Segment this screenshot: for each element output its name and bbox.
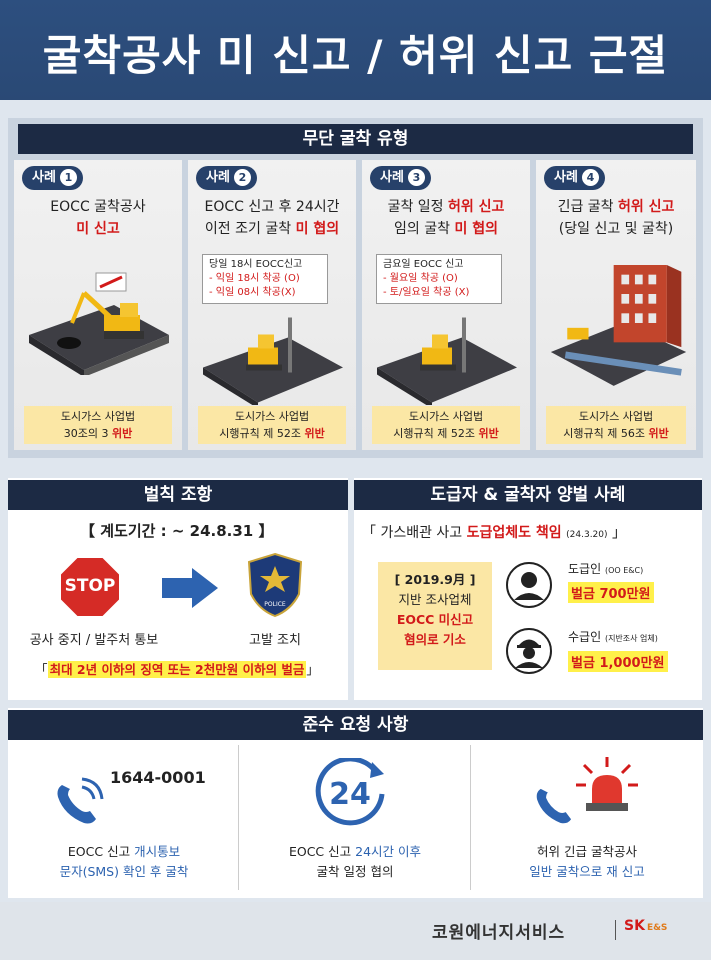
case-2-law: 도시가스 사업법 시행규칙 제 52조 위반 — [198, 406, 346, 444]
company-name: 코원에너지서비스 — [432, 923, 566, 943]
phone-number: 1644-0001 — [110, 768, 206, 787]
types-section-title: 무단 굴착 유형 — [18, 124, 693, 154]
case-1-law: 도시가스 사업법 30조의 3 위반 — [24, 406, 172, 444]
contractor-headline: 「 가스배관 사고 도급업체도 책임 (24.3.20) 」 — [362, 525, 626, 541]
drill-rig-illustration — [377, 317, 517, 405]
page-title: 굴착공사 미 신고 / 허위 신고 근절 — [42, 31, 669, 80]
building-illustration — [550, 265, 687, 386]
stop-label: 공사 중지 / 발주처 통보 — [29, 633, 159, 648]
compliance-divider-1 — [238, 745, 239, 890]
subcontractor-fine: 벌금 1,000만원 — [568, 651, 668, 672]
drill-rig-illustration — [203, 317, 343, 405]
case-card-2: 사례 2 EOCC 신고 후 24시간 이전 조기 굴착 미 협의 당일 18시 … — [188, 160, 356, 450]
contractor-fine: 벌금 700만원 — [568, 582, 654, 603]
footer-bar — [0, 902, 711, 960]
poster: 굴착공사 미 신고 / 허위 신고 근절 무단 굴착 유형 사례 1 EOCC 굴… — [0, 0, 711, 960]
compliance-item-1: EOCC 신고 개시통보 문자(SMS) 확인 후 굴착 — [59, 844, 189, 879]
case-badge-3: 사례 3 — [370, 166, 431, 190]
contractor-section-title: 도급자 & 굴착자 양벌 사례 — [354, 480, 702, 510]
compliance-item-3: 허위 긴급 굴착공사 일반 굴착으로 재 신고 — [529, 844, 645, 879]
case-1-description: EOCC 굴착공사 미 신고 — [50, 199, 146, 237]
penalty-section-title: 벌칙 조항 — [8, 480, 348, 510]
clock-24-text: 24 — [329, 777, 371, 812]
siren-icon — [576, 757, 638, 811]
case-badge-4: 사례 4 — [544, 166, 605, 190]
case-3-note: 금요일 EOCC 신고 - 월요일 착공 (O) - 토/일요일 착공 (X) — [376, 254, 502, 304]
contractor-label: 도급인 (OO E&C) — [568, 562, 644, 576]
case-badge-2: 사례 2 — [196, 166, 257, 190]
contractor-avatar-icon — [506, 562, 552, 608]
case-card-3: 사례 3 굴착 일정 허위 신고 임의 굴착 미 협의 금요일 EOCC 신고 -… — [362, 160, 530, 450]
grace-period: 【 계도기간 : ~ 24.8.31 】 — [80, 522, 274, 540]
case-4-description: 긴급 굴착 허위 신고 (당일 신고 및 굴착) — [557, 199, 675, 237]
compliance-divider-2 — [470, 745, 471, 890]
title-banner: 굴착공사 미 신고 / 허위 신고 근절 — [0, 0, 711, 100]
police-label: 고발 조치 — [249, 633, 301, 648]
case-badge-1: 사례 1 — [22, 166, 83, 190]
excavator-illustration — [29, 272, 169, 375]
compliance-section-title: 준수 요청 사항 — [8, 710, 703, 740]
sk-logo: SK E&S — [624, 918, 668, 934]
case-card-4: 사례 4 긴급 굴착 허위 신고 (당일 신고 및 굴착) 도시가스 사업법 시행… — [536, 160, 696, 450]
compliance-item-2: EOCC 신고 24시간 이후 굴착 일정 협의 — [288, 844, 422, 879]
case-4-law: 도시가스 사업법 시행규칙 제 56조 위반 — [546, 406, 686, 444]
phone-icon — [57, 777, 104, 824]
case-3-law: 도시가스 사업법 시행규칙 제 52조 위반 — [372, 406, 520, 444]
police-badge-icon: POLICE — [247, 552, 303, 618]
case-3-description: 굴착 일정 허위 신고 임의 굴착 미 협의 — [387, 199, 505, 237]
subcontractor-label: 수급인 (지반조사 업체) — [568, 630, 658, 644]
arrow-right-icon — [162, 568, 218, 608]
case-2-description: EOCC 신고 후 24시간 이전 조기 굴착 미 협의 — [204, 199, 340, 237]
case-2-note: 당일 18시 EOCC신고 - 익일 18시 착공 (O) - 익일 08시 착… — [202, 254, 328, 304]
case-summary-box: [ 2019.9月 ] 지반 조사업체 EOCC 미신고 혐의로 기소 — [378, 562, 492, 670]
stop-sign-text: STOP — [64, 576, 116, 596]
fine-note: 「최대 2년 이하의 징역 또는 2천만원 이하의 벌금」 — [35, 661, 319, 678]
svg-text:POLICE: POLICE — [264, 601, 286, 608]
case-card-1: 사례 1 EOCC 굴착공사 미 신고 도시가스 사업법 30조의 3 위반 — [14, 160, 182, 450]
footer-divider — [615, 920, 616, 940]
worker-avatar-icon — [506, 628, 552, 674]
